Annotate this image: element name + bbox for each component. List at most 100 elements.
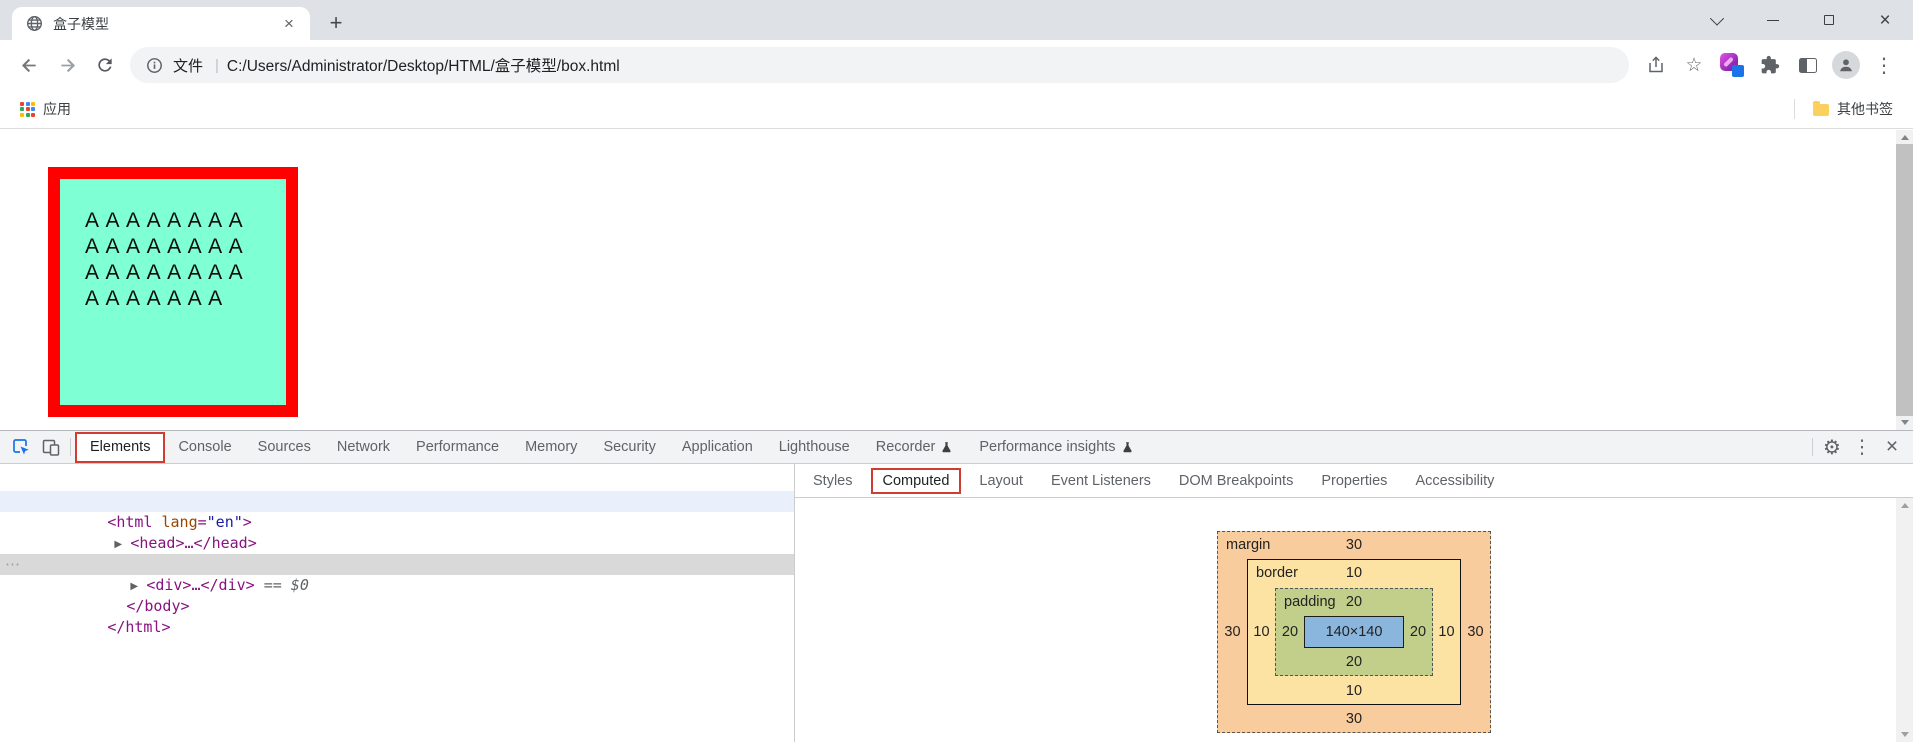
tab-title: 盒子模型: [53, 14, 278, 34]
sidebar-tab-computed[interactable]: Computed: [871, 468, 962, 494]
extension-shortcut-button[interactable]: [1713, 46, 1751, 84]
box-model-diagram: margin 30 30 border 10: [1217, 531, 1491, 733]
devtools-tab-elements[interactable]: Elements: [75, 432, 165, 463]
margin-top-value[interactable]: 30: [1346, 537, 1362, 553]
restore-icon: [1824, 15, 1834, 25]
devtools-tab-lighthouse[interactable]: Lighthouse: [766, 431, 863, 463]
extensions-button[interactable]: [1751, 46, 1789, 84]
sidebar-tab-dom-breakpoints[interactable]: DOM Breakpoints: [1165, 473, 1307, 489]
computed-pane: margin 30 30 border 10: [795, 498, 1913, 742]
sidebar-tab-accessibility[interactable]: Accessibility: [1401, 473, 1508, 489]
sidebar-tab-properties[interactable]: Properties: [1307, 473, 1401, 489]
flask-icon: [940, 441, 953, 454]
devtools-tab-network[interactable]: Network: [324, 431, 403, 463]
devtools-tab-console[interactable]: Console: [165, 431, 244, 463]
toolbar: 文件 | C:/Users/Administrator/Desktop/HTML…: [0, 40, 1913, 90]
dom-node-head[interactable]: ▶<head>…</head>: [0, 512, 794, 533]
tab-search-button[interactable]: [1689, 0, 1745, 40]
devtools-menu-button[interactable]: ⋮: [1847, 434, 1877, 460]
border-left-value[interactable]: 10: [1248, 624, 1275, 640]
site-info-icon[interactable]: [146, 57, 163, 74]
address-bar[interactable]: 文件 | C:/Users/Administrator/Desktop/HTML…: [130, 47, 1629, 83]
devtools-tab-security[interactable]: Security: [590, 431, 668, 463]
reload-icon: [95, 55, 115, 75]
devtools-close-button[interactable]: ×: [1877, 434, 1907, 460]
padding-top-value[interactable]: 20: [1346, 594, 1362, 610]
devtools-tab-performance[interactable]: Performance: [403, 431, 512, 463]
devtools-tab-recorder[interactable]: Recorder: [863, 431, 967, 463]
close-window-button[interactable]: ×: [1857, 0, 1913, 40]
node-options-icon[interactable]: ⋯: [5, 554, 20, 575]
padding-left-value[interactable]: 20: [1276, 624, 1304, 640]
page-scrollbar-thumb[interactable]: [1896, 144, 1913, 416]
dom-node-div-selected[interactable]: ⋯▶<div>…</div> == $0: [0, 554, 794, 575]
box-model-padding-region[interactable]: padding 20 20 140×140: [1275, 588, 1433, 676]
new-tab-button[interactable]: +: [322, 9, 350, 37]
devtools-tab-memory[interactable]: Memory: [512, 431, 590, 463]
scroll-down-icon[interactable]: [1901, 732, 1909, 737]
padding-bottom-value[interactable]: 20: [1346, 654, 1362, 670]
dom-node-html[interactable]: <html lang="en">: [0, 491, 794, 512]
inspect-element-button[interactable]: [6, 434, 36, 460]
dom-node-body-close[interactable]: </body>: [0, 575, 794, 596]
other-bookmarks-button[interactable]: 其他书签: [1805, 95, 1901, 123]
kebab-menu-icon: ⋮: [1853, 436, 1872, 459]
border-right-value[interactable]: 10: [1433, 624, 1460, 640]
dom-node-html-close[interactable]: </html>: [0, 596, 794, 617]
devtools-separator: [70, 438, 71, 456]
minimize-icon: [1767, 20, 1779, 21]
content-size-value: 140×140: [1326, 624, 1383, 640]
side-panel-button[interactable]: [1789, 46, 1827, 84]
share-button[interactable]: [1637, 46, 1675, 84]
browser-menu-button[interactable]: ⋮: [1865, 46, 1903, 84]
profile-button[interactable]: [1827, 46, 1865, 84]
margin-right-value[interactable]: 30: [1461, 624, 1490, 640]
border-top-value[interactable]: 10: [1346, 565, 1362, 581]
sidebar-tab-layout[interactable]: Layout: [965, 473, 1037, 489]
browser-tab[interactable]: 盒子模型 ×: [12, 7, 310, 40]
forward-button[interactable]: [48, 46, 86, 84]
devtools-tab-sources[interactable]: Sources: [245, 431, 324, 463]
devtools-tab-performance-insights[interactable]: Performance insights: [966, 431, 1146, 463]
demo-box: A A A A A A A A A A A A A A A A A A A A …: [48, 167, 298, 417]
margin-left-value[interactable]: 30: [1218, 624, 1247, 640]
sidebar-tab-styles[interactable]: Styles: [799, 473, 867, 489]
close-icon: ×: [1886, 435, 1898, 459]
forward-icon: [57, 55, 78, 76]
tab-close-icon[interactable]: ×: [278, 13, 300, 35]
scroll-up-icon[interactable]: [1901, 135, 1909, 140]
back-button[interactable]: [10, 46, 48, 84]
device-toolbar-button[interactable]: [36, 434, 66, 460]
sidebar-tab-event-listeners[interactable]: Event Listeners: [1037, 473, 1165, 489]
reload-button[interactable]: [86, 46, 124, 84]
dom-node-doctype[interactable]: <!DOCTYPE html>: [0, 470, 794, 491]
margin-bottom-value[interactable]: 30: [1346, 711, 1362, 727]
devtools-body: <!DOCTYPE html> <html lang="en"> ▶<head>…: [0, 464, 1913, 742]
demo-box-line: A A A A A A A A: [85, 260, 276, 286]
sidebar-scrollbar[interactable]: [1896, 498, 1913, 742]
scroll-down-icon[interactable]: [1901, 420, 1909, 425]
padding-right-value[interactable]: 20: [1404, 624, 1432, 640]
devtools-settings-button[interactable]: ⚙: [1817, 434, 1847, 460]
box-model-border-region[interactable]: border 10 10 padding 20: [1247, 559, 1461, 705]
box-model-content-region[interactable]: 140×140: [1304, 616, 1404, 648]
device-toolbar-icon: [41, 437, 61, 457]
border-bottom-value[interactable]: 10: [1346, 683, 1362, 699]
folder-icon: [1813, 104, 1829, 116]
devtools-tab-application[interactable]: Application: [669, 431, 766, 463]
apps-shortcut[interactable]: 应用: [12, 95, 79, 123]
box-model-margin-region[interactable]: margin 30 30 border 10: [1217, 531, 1491, 733]
restore-button[interactable]: [1801, 0, 1857, 40]
tab-strip: 盒子模型 × + ×: [0, 0, 1913, 40]
demo-box-line: A A A A A A A A: [85, 208, 276, 234]
bookmark-star-button[interactable]: ☆: [1675, 46, 1713, 84]
dom-node-body-open[interactable]: ▼<body>: [0, 533, 794, 554]
minimize-button[interactable]: [1745, 0, 1801, 40]
scroll-up-icon[interactable]: [1901, 503, 1909, 508]
bookmarks-divider: [1794, 99, 1795, 119]
inspect-cursor-icon: [11, 437, 31, 457]
demo-box-line: A A A A A A A A: [85, 234, 276, 260]
kebab-menu-icon: ⋮: [1874, 53, 1894, 78]
side-panel-icon: [1799, 58, 1817, 73]
page-scrollbar[interactable]: [1896, 130, 1913, 430]
